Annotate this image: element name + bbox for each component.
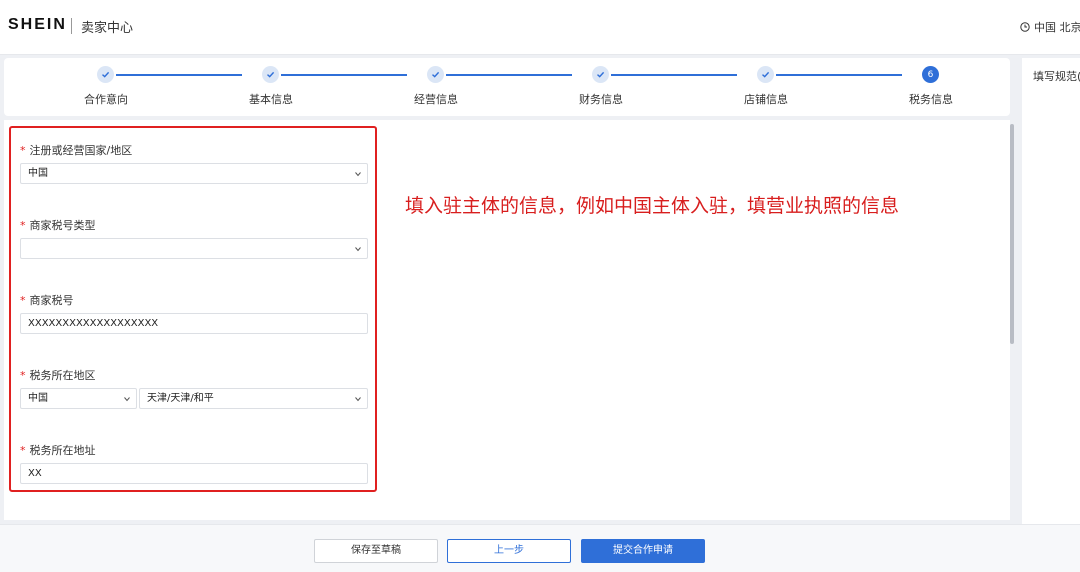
step-label: 店铺信息 — [744, 93, 788, 106]
step-store-info[interactable]: 店铺信息 — [711, 58, 821, 116]
region-label: 中国 北京 — [1034, 21, 1080, 34]
check-icon — [592, 66, 609, 83]
step-tax-info[interactable]: 6 税务信息 — [876, 58, 986, 116]
action-bar: 保存至草稿 上一步 提交合作申请 — [0, 524, 1080, 572]
previous-step-button[interactable]: 上一步 — [447, 539, 571, 563]
guidelines-panel: 填写规范( — [1022, 58, 1080, 538]
step-label: 合作意向 — [84, 93, 128, 106]
step-label: 基本信息 — [249, 93, 293, 106]
check-icon — [427, 66, 444, 83]
check-icon — [97, 66, 114, 83]
shein-logo[interactable]: SHEIN — [8, 16, 67, 34]
save-draft-button[interactable]: 保存至草稿 — [314, 539, 438, 563]
step-number-badge: 6 — [922, 66, 939, 83]
logo-divider — [71, 18, 72, 34]
check-icon — [757, 66, 774, 83]
clock-icon — [1020, 22, 1030, 32]
form-scrollbar[interactable] — [1010, 124, 1014, 344]
step-label: 税务信息 — [909, 93, 953, 106]
step-cooperation-intent[interactable]: 合作意向 — [51, 58, 161, 116]
step-label: 财务信息 — [579, 93, 623, 106]
highlight-box — [9, 126, 377, 492]
guidelines-title: 填写规范( — [1033, 70, 1080, 83]
region-selector[interactable]: 中国 北京 — [1020, 19, 1080, 35]
step-finance-info[interactable]: 财务信息 — [546, 58, 656, 116]
check-icon — [262, 66, 279, 83]
step-basic-info[interactable]: 基本信息 — [216, 58, 326, 116]
app-name: 卖家中心 — [81, 21, 134, 36]
step-label: 经营信息 — [414, 93, 458, 106]
step-business-info[interactable]: 经营信息 — [381, 58, 491, 116]
submit-application-button[interactable]: 提交合作申请 — [581, 539, 705, 563]
annotation-text: 填入驻主体的信息，例如中国主体入驻，填营业执照的信息 — [405, 195, 900, 217]
progress-stepper: 合作意向 基本信息 经营信息 财务信息 店铺信息 6 税务信息 — [4, 58, 1010, 116]
top-bar: SHEIN 卖家中心 中国 北京 — [0, 0, 1080, 55]
